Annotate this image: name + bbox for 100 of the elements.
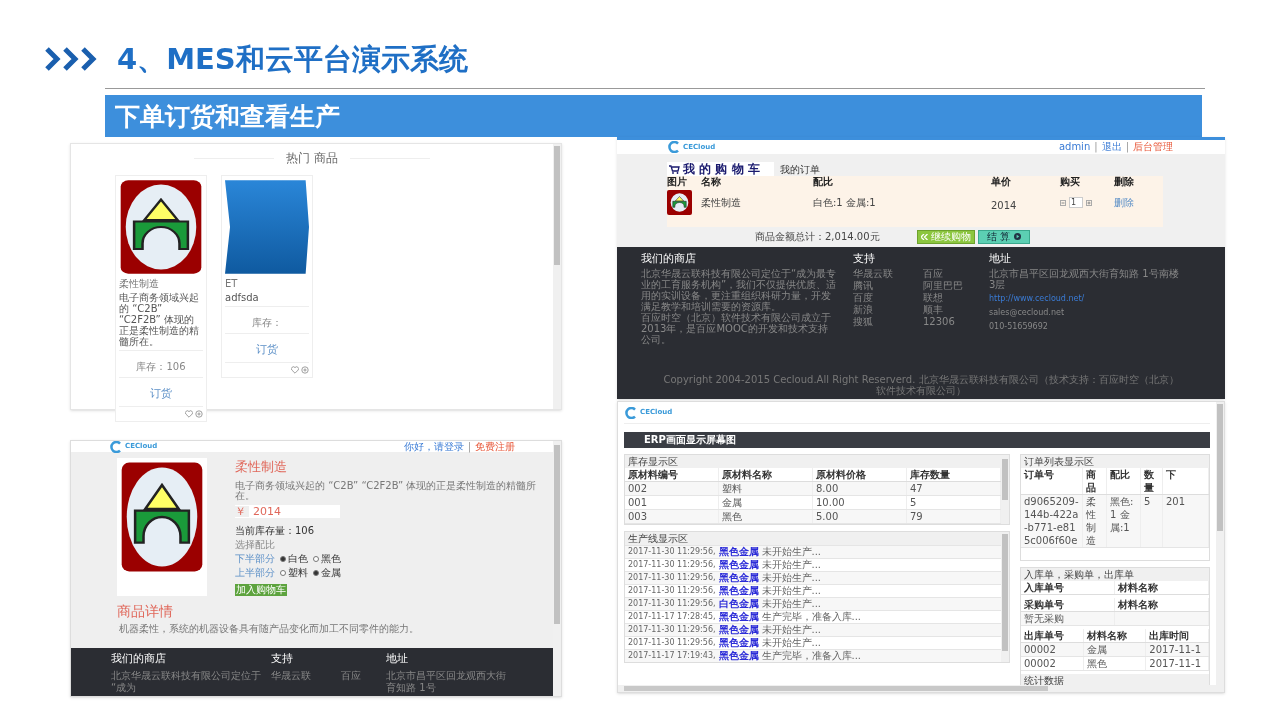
plus-icon[interactable]: [1086, 199, 1092, 206]
table-cell: 001: [625, 496, 719, 509]
column-header: 下: [1163, 468, 1209, 494]
website-link[interactable]: http://www.cecloud.net/: [989, 294, 1179, 304]
plus-circle-icon[interactable]: [195, 410, 203, 418]
product-link[interactable]: 黑色金属: [718, 612, 759, 622]
scrollbar[interactable]: [553, 441, 561, 696]
stock-text: 库存：106: [136, 361, 186, 372]
table-cell-text: 白色:1 金属:1: [813, 197, 877, 208]
product-link[interactable]: 黑色金属: [718, 638, 759, 648]
heart-icon[interactable]: [185, 410, 193, 418]
scrollbar[interactable]: [1001, 455, 1009, 524]
c-logo-icon: [109, 441, 123, 453]
options-label: 选择配比: [235, 540, 276, 550]
stock-text: 库存：: [252, 317, 282, 328]
product-link[interactable]: 白色金属: [718, 599, 759, 609]
details-text: 机器柔性，系统的机器设备具有随产品变化而加工不同零件的能力。: [118, 624, 420, 634]
minus-icon[interactable]: [1060, 199, 1066, 206]
checkout-button[interactable]: 结 算: [978, 229, 1031, 244]
product-title: 柔性制造: [235, 460, 288, 473]
order-link[interactable]: 订货: [256, 343, 278, 356]
c-logo-icon: [624, 406, 638, 419]
tab[interactable]: 我 的 购 物 车: [667, 162, 774, 176]
footer-heading: 地址: [386, 653, 409, 664]
log-time: 2017-11-17 17:19:43,: [628, 650, 716, 662]
footer-link[interactable]: 百应: [341, 670, 361, 682]
stock-text: 当前库存量：106: [235, 526, 316, 536]
footer-link[interactable]: 百度: [853, 292, 903, 304]
column-header: 材料名称: [1083, 629, 1147, 642]
footer-link[interactable]: 华晟云联: [853, 268, 903, 280]
header-link[interactable]: admin: [1058, 142, 1091, 152]
product-link[interactable]: 黑色金属: [718, 547, 759, 557]
footer-link[interactable]: 12306: [923, 316, 973, 328]
log-status: 未开始生产...: [761, 560, 822, 570]
table-cell: 5.00: [813, 510, 907, 523]
table-cell: 00002: [1021, 657, 1084, 670]
radio-option[interactable]: 塑料: [280, 568, 308, 578]
column-header: 购买: [1060, 177, 1081, 187]
footer-link[interactable]: 新浪: [853, 304, 903, 316]
log-status: 未开始生产...: [761, 547, 822, 557]
product-link[interactable]: 黑色金属: [718, 625, 759, 635]
column-header: 材料名称: [1115, 598, 1209, 611]
column-header: 出库时间: [1146, 629, 1209, 642]
plus-circle-icon[interactable]: [301, 366, 309, 374]
quantity-field[interactable]: 1: [1069, 197, 1083, 208]
header-link[interactable]: 免费注册: [475, 441, 515, 452]
table-cell: 201: [1163, 495, 1209, 547]
horizontal-scrollbar[interactable]: [618, 685, 1224, 692]
radio-option[interactable]: 黑色: [313, 554, 341, 564]
tab[interactable]: 我的订单: [777, 164, 822, 176]
scrollbar[interactable]: [1216, 402, 1224, 685]
footer-link[interactable]: 联想: [923, 292, 973, 304]
option-part-label: 上半部分: [235, 568, 275, 578]
column-header: 订单号: [1021, 468, 1083, 494]
header-link[interactable]: 退出: [1101, 142, 1122, 152]
delete-link[interactable]: 删除: [1114, 197, 1163, 208]
table-cell: 金属: [1083, 643, 1147, 656]
product-link[interactable]: 黑色金属: [718, 560, 759, 570]
product-link[interactable]: 黑色金属: [718, 651, 759, 661]
order-link[interactable]: 订货: [150, 387, 172, 400]
column-header: 出库单号: [1021, 629, 1084, 642]
footer-text: 北京市昌平区回龙观西大街育知路 1号: [386, 670, 507, 694]
scrollbar[interactable]: [553, 144, 561, 409]
footer-link[interactable]: 搜狐: [853, 316, 903, 328]
heart-icon[interactable]: [291, 366, 299, 374]
section-title: 下单订货和查看生产: [115, 103, 340, 129]
product-description: 电子商务领域兴起的 “C2B” “C2F2B” 体现的正是柔性制造的精髓所在。: [235, 481, 538, 501]
table-cell-text: 柔性制造: [701, 197, 742, 208]
header-link[interactable]: 你好，请登录: [403, 441, 464, 452]
panel-title: 订单列表显示区: [1024, 456, 1094, 467]
log-status: 未开始生产...: [761, 573, 822, 583]
footer-link[interactable]: 顺丰: [923, 304, 973, 316]
table-cell: 00002: [1021, 643, 1084, 656]
column-header: 原材料价格: [813, 468, 907, 481]
column-header: 名称: [701, 177, 722, 187]
add-to-cart-button[interactable]: 加入购物车: [235, 584, 287, 596]
footer-link[interactable]: 华晟云联: [271, 670, 311, 682]
footer-heading: 我们的商店: [111, 653, 167, 664]
panel-title: 生产线显示区: [628, 533, 688, 544]
log-time: 2017-11-30 11:29:56,: [628, 559, 716, 571]
details-heading: 商品详情: [116, 604, 174, 618]
address-text: 北京市昌平区回龙观西大街育知路 1号南楼3层: [989, 268, 1179, 290]
product-link[interactable]: 黑色金属: [718, 586, 759, 596]
footer-link[interactable]: 阿里巴巴: [923, 280, 973, 292]
phone-text: 010-51659692: [989, 322, 1049, 332]
log-status: 未开始生产...: [761, 638, 822, 648]
column-header: 配比: [1107, 468, 1141, 494]
currency-sign: ￥: [235, 506, 249, 517]
table-cell: 10.00: [813, 496, 907, 509]
radio-option[interactable]: 金属: [313, 568, 341, 578]
column-header: 删除: [1114, 177, 1135, 187]
table-cell: 黑色: [1083, 657, 1147, 670]
scrollbar[interactable]: [1001, 532, 1009, 662]
radio-option[interactable]: 白色: [280, 554, 308, 564]
product-link[interactable]: 黑色金属: [718, 573, 759, 583]
header-link[interactable]: 后台管理: [1133, 142, 1173, 152]
log-time: 2017-11-30 11:29:56,: [628, 624, 716, 636]
footer-link[interactable]: 腾讯: [853, 280, 903, 292]
panel-title: 统计数据: [1024, 675, 1064, 686]
footer-link[interactable]: 百应: [923, 268, 973, 280]
